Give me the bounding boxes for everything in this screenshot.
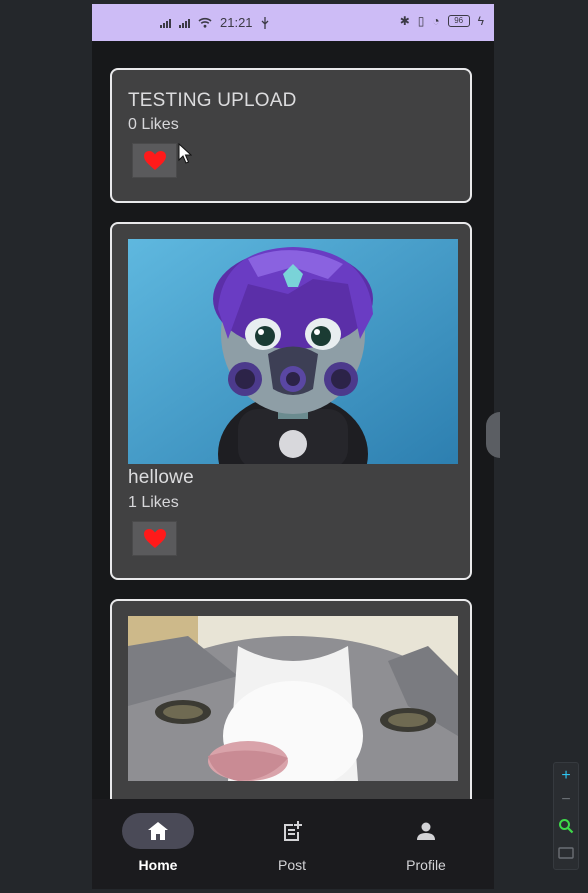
usb-icon	[261, 16, 269, 29]
status-time: 21:21	[220, 15, 253, 30]
screen-icon	[558, 847, 574, 859]
battery-icon: 96	[447, 15, 470, 27]
post-card: TESTING UPLOAD 0 Likes	[110, 68, 472, 203]
post-image[interactable]	[128, 239, 458, 464]
cell-signal-2-icon	[179, 18, 190, 28]
person-icon	[417, 822, 435, 840]
alarm-icon: ◔	[432, 14, 440, 28]
nav-pill	[256, 813, 328, 849]
wifi-icon	[198, 17, 212, 28]
like-button[interactable]	[132, 143, 177, 178]
nav-pill	[122, 813, 194, 849]
post-title: hellowe	[128, 467, 194, 488]
magnifier-icon	[559, 819, 574, 834]
vibrate-icon: ▯	[417, 14, 425, 28]
zoom-out-button[interactable]: −	[554, 789, 578, 811]
nav-label: Post	[277, 857, 306, 873]
battery-level: 96	[454, 16, 464, 25]
screenshot-button[interactable]	[554, 842, 578, 864]
charging-icon: ϟ	[477, 14, 484, 28]
post-card	[110, 599, 472, 799]
nav-item-home[interactable]: Home	[103, 813, 213, 875]
cat-photo	[128, 616, 458, 781]
nav-item-profile[interactable]: Profile	[371, 813, 481, 875]
add-post-icon	[284, 821, 302, 841]
bottom-navigation: Home Post Profile	[92, 799, 494, 889]
status-bar: 21:21 ✱ ▯ ◔ 96 ϟ	[92, 4, 494, 41]
side-drawer-handle[interactable]	[486, 412, 500, 458]
avatar-illustration	[128, 239, 458, 464]
heart-icon	[143, 151, 166, 170]
feed[interactable]: TESTING UPLOAD 0 Likes hellowe 1 Likes	[92, 41, 494, 799]
like-button[interactable]	[132, 521, 177, 556]
nav-item-post[interactable]: Post	[237, 813, 347, 875]
minus-icon: −	[561, 791, 571, 808]
bluetooth-icon: ✱	[399, 14, 410, 28]
phone-screen: 21:21 ✱ ▯ ◔ 96 ϟ TESTING UPLOAD 0 Likes	[92, 4, 494, 889]
post-likes-count: 1 Likes	[128, 494, 179, 511]
nav-pill	[390, 813, 462, 849]
zoom-in-button[interactable]: +	[554, 765, 578, 787]
post-title: TESTING UPLOAD	[128, 90, 297, 111]
plus-icon: +	[561, 767, 571, 784]
post-image[interactable]	[128, 616, 458, 781]
zoom-fit-button[interactable]	[554, 815, 578, 837]
home-icon	[148, 822, 168, 840]
mouse-cursor-icon	[178, 143, 192, 164]
post-card: hellowe 1 Likes	[110, 222, 472, 580]
cell-signal-icon	[160, 18, 171, 28]
zoom-controls: + −	[553, 762, 579, 870]
heart-icon	[143, 529, 166, 548]
status-center-group: 21:21	[160, 15, 269, 30]
nav-label: Profile	[406, 857, 446, 873]
nav-label: Home	[138, 857, 178, 873]
status-right-group: ✱ ▯ ◔ 96 ϟ	[400, 14, 484, 28]
post-likes-count: 0 Likes	[128, 116, 179, 133]
